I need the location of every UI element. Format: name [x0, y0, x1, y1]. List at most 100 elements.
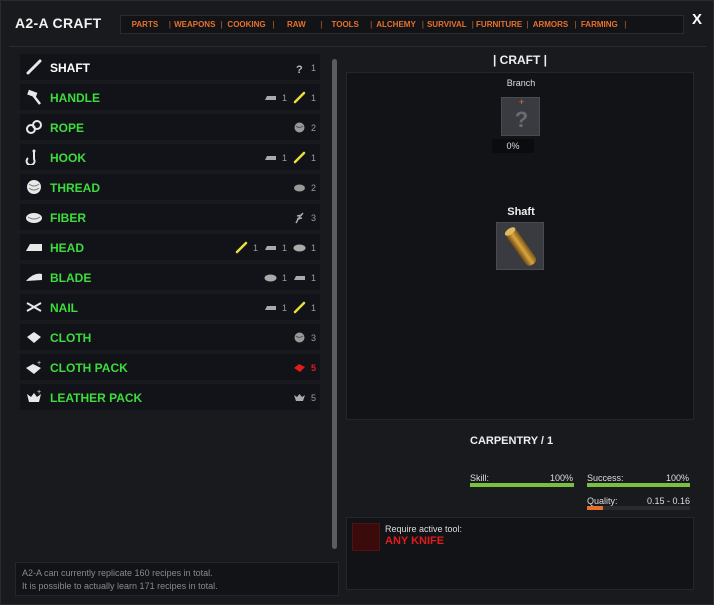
requirement-qty: 1 — [281, 242, 287, 253]
header-divider — [9, 46, 707, 47]
requirement: 3 — [293, 331, 316, 344]
requirement: 1 — [293, 301, 316, 314]
recipe-requirements: 11 — [258, 151, 316, 164]
recipe-row-thread[interactable]: THREAD 2 — [20, 174, 320, 200]
success-bar — [587, 483, 690, 487]
tab-weapons[interactable]: WEAPONS — [169, 15, 221, 34]
requirement: 1 — [293, 241, 316, 254]
tab-cooking[interactable]: COOKING — [221, 15, 273, 34]
leather-pack-icon: + — [27, 389, 41, 402]
close-button[interactable]: X — [692, 11, 702, 28]
requirement-qty: 1 — [281, 272, 287, 283]
requirement: 1 — [264, 241, 287, 254]
recipe-requirements: 11 — [258, 271, 316, 284]
requirement: 1 — [293, 91, 316, 104]
recipe-label: LEATHER PACK — [50, 391, 143, 405]
recipe-requirements: 2 — [287, 181, 316, 194]
tab-raw[interactable]: RAW — [272, 15, 320, 34]
recipe-label: HOOK — [50, 151, 86, 165]
craft-panel: Branch + ? 0% Shaft — [346, 72, 694, 420]
required-tool-panel: Require active tool: ANY KNIFE — [346, 517, 694, 590]
svg-text:+: + — [37, 360, 41, 367]
tab-survival[interactable]: SURVIVAL — [422, 15, 472, 34]
ingredient-slot[interactable]: + ? — [501, 97, 540, 136]
tab-farming[interactable]: FARMING — [574, 15, 624, 34]
skill-bar — [470, 483, 574, 487]
info-line-replicate: A2-A can currently replicate 160 recipes… — [22, 568, 213, 578]
window-title: A2-A CRAFT — [15, 15, 102, 31]
stone-part-icon — [264, 274, 277, 282]
tab-parts[interactable]: PARTS — [121, 15, 169, 34]
shaft-part-icon — [293, 91, 306, 104]
requirement: 1 — [264, 91, 287, 104]
requirement-qty: 2 — [310, 182, 316, 193]
head-part-icon — [264, 306, 276, 310]
skill-label: Skill: — [470, 473, 490, 483]
hammer-icon — [27, 89, 41, 105]
shaft-part-icon — [293, 301, 306, 314]
info-line-learn: It is possible to actually learn 171 rec… — [22, 581, 218, 591]
recipe-requirements: 5 — [287, 361, 316, 374]
recipe-row-handle[interactable]: HANDLE 1 1 — [20, 84, 320, 110]
craft-title: | CRAFT | — [492, 53, 548, 67]
craft-window: A2-A CRAFT X PARTSWEAPONSCOOKINGRAWTOOLS… — [0, 0, 714, 605]
svg-text:+: + — [37, 389, 41, 396]
tab-furniture[interactable]: FURNITURE — [472, 15, 527, 34]
tab-blank[interactable] — [624, 15, 683, 34]
skill-value: 100% — [550, 473, 574, 483]
head-icon — [26, 244, 42, 251]
tool-slot[interactable] — [352, 523, 380, 551]
tab-armors[interactable]: ARMORS — [527, 15, 575, 34]
unknown-item-icon: ? — [514, 107, 529, 132]
requirement: 1 — [293, 271, 316, 284]
shaft-icon — [26, 59, 42, 75]
requirement-qty: 1 — [281, 302, 287, 313]
thread-icon — [27, 180, 41, 194]
recipe-requirements: 11 — [258, 301, 316, 314]
category-tabs: PARTSWEAPONSCOOKINGRAWTOOLSALCHEMYSURVIV… — [120, 15, 684, 34]
requirement-qty: 1 — [310, 302, 316, 313]
requirement-qty: 1 — [310, 62, 316, 73]
recipe-row-cloth-pack[interactable]: + CLOTH PACK 5 — [20, 354, 320, 380]
cloth-icon — [27, 332, 41, 343]
recipe-requirements: 5 — [287, 391, 316, 404]
tool-name: ANY KNIFE — [385, 535, 445, 547]
requirement-qty: 1 — [252, 242, 258, 253]
output-slot[interactable] — [496, 222, 544, 270]
skill-title: CARPENTRY / 1 — [470, 435, 554, 447]
quality-bar-fill — [587, 506, 604, 510]
leather-part-icon — [293, 394, 305, 401]
success-value: 100% — [666, 473, 690, 483]
recipe-row-leather-pack[interactable]: + LEATHER PACK 5 — [20, 384, 320, 410]
recipe-row-shaft[interactable]: SHAFT? 1 — [20, 54, 320, 80]
recipe-label: HEAD — [50, 241, 85, 255]
tab-alchemy[interactable]: ALCHEMY — [370, 15, 422, 34]
skill-bar-fill — [470, 483, 574, 487]
recipe-list-scrollbar[interactable] — [332, 59, 337, 549]
recipe-row-fiber[interactable]: FIBER 3 — [20, 204, 320, 230]
recipe-row-blade[interactable]: BLADE 1 1 — [20, 264, 320, 290]
recipe-requirements: ? 1 — [287, 61, 316, 75]
requirement: 1 — [264, 301, 287, 314]
red-cloth-part-icon — [293, 364, 305, 372]
recipe-label: ROPE — [50, 121, 85, 135]
recipe-requirements: 1 1 1 — [229, 241, 316, 254]
requirement: ? 1 — [293, 61, 316, 75]
recipe-row-head[interactable]: HEAD 1 1 1 — [20, 234, 320, 260]
quality-value: 0.15 - 0.16 — [647, 496, 691, 506]
recipe-row-cloth[interactable]: CLOTH 3 — [20, 324, 320, 350]
requirement: 3 — [293, 211, 316, 224]
nail-icon — [26, 302, 42, 312]
recipe-row-rope[interactable]: ROPE 2 — [20, 114, 320, 140]
requirement-qty: 1 — [281, 152, 287, 163]
requirement-qty: 1 — [310, 272, 316, 283]
recipe-row-hook[interactable]: HOOK 1 1 — [20, 144, 320, 170]
tool-require-label: Require active tool: — [385, 524, 463, 534]
shaft-item-icon — [504, 227, 536, 266]
rope-icon — [26, 120, 42, 134]
recipe-count-info: A2-A can currently replicate 160 recipes… — [15, 562, 339, 596]
recipe-row-nail[interactable]: NAIL 1 1 — [20, 294, 320, 320]
tab-tools[interactable]: TOOLS — [320, 15, 370, 34]
recipe-requirements: 3 — [287, 331, 316, 344]
requirement-qty: 3 — [310, 332, 316, 343]
